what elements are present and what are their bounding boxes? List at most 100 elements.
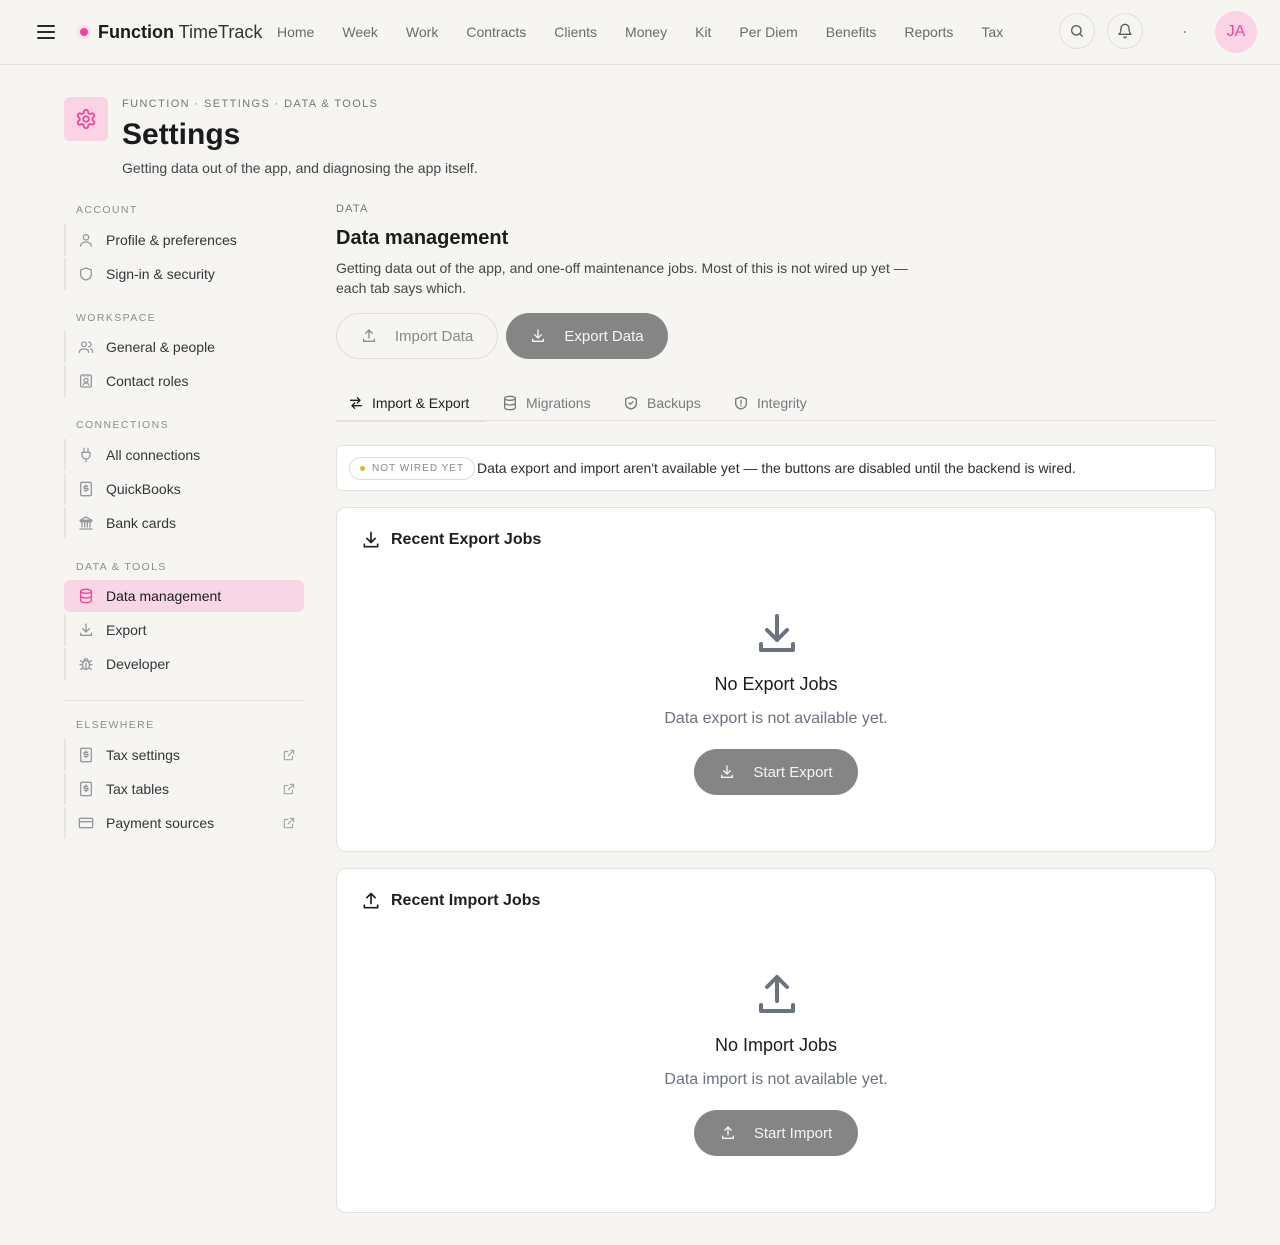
brand-dot: [80, 28, 88, 36]
sidebar-item-developer[interactable]: Developer: [64, 648, 304, 680]
tab-label: Backups: [647, 394, 701, 411]
sidebar-item-quickbooks[interactable]: QuickBooks: [64, 473, 304, 505]
start-export-button[interactable]: Start Export: [694, 749, 858, 795]
upload-icon: [721, 1126, 734, 1139]
start-export-label: Start Export: [753, 763, 833, 781]
shield-icon: [78, 266, 94, 282]
section-title: Data management: [336, 227, 509, 249]
top-navigation-bar: Function TimeTrack Home Week Work Contra…: [0, 0, 1280, 65]
brand-product: TimeTrack: [173, 22, 263, 42]
sidebar-item-payment-sources[interactable]: Payment sources: [64, 807, 304, 839]
shield-alert-icon: [735, 395, 747, 410]
card-title: Recent Import Jobs: [391, 892, 541, 909]
contact-badge-icon: [78, 373, 94, 389]
tab-integrity[interactable]: Integrity: [733, 384, 807, 421]
nav-week[interactable]: Week: [328, 22, 392, 42]
sidebar-item-tax-tables[interactable]: Tax tables: [64, 773, 304, 805]
tab-label: Integrity: [757, 394, 807, 411]
menu-icon[interactable]: [34, 20, 58, 44]
external-link-icon: [282, 748, 296, 762]
gear-icon: [76, 108, 96, 130]
sidebar-item-data-management[interactable]: Data management: [64, 580, 304, 612]
tab-label: Import & Export: [372, 394, 470, 411]
empty-state-title: No Export Jobs: [714, 674, 838, 694]
tab-bar: Import & Export Migrations Backups Integ…: [336, 384, 1216, 422]
export-data-label: Export Data: [564, 327, 644, 345]
nav-reports[interactable]: Reports: [890, 22, 967, 42]
recent-export-jobs-card: Recent Export Jobs No Export Jobs Data e…: [336, 507, 1216, 852]
empty-state-description: Data export is not available yet.: [664, 710, 888, 727]
plug-icon: [78, 447, 94, 463]
nav-work[interactable]: Work: [392, 22, 452, 42]
sidebar-item-label: Developer: [106, 656, 170, 672]
upload-icon: [362, 329, 375, 342]
avatar[interactable]: JA: [1215, 11, 1257, 53]
brand-logo[interactable]: Function TimeTrack: [98, 21, 262, 43]
nav-kit[interactable]: Kit: [681, 22, 725, 42]
sidebar-item-tax-settings[interactable]: Tax settings: [64, 739, 304, 771]
download-icon: [753, 610, 801, 658]
nav-benefits[interactable]: Benefits: [812, 22, 891, 42]
sidebar-item-general-people[interactable]: General & people: [64, 331, 304, 363]
upload-icon: [363, 892, 379, 909]
sidebar-item-label: Export: [106, 622, 147, 638]
upload-icon: [753, 971, 801, 1019]
nav-tax[interactable]: Tax: [967, 22, 1017, 42]
tab-label: Migrations: [526, 394, 591, 411]
bank-icon: [78, 515, 94, 531]
nav-contracts[interactable]: Contracts: [452, 22, 540, 42]
credit-card-icon: [78, 815, 94, 831]
sidebar-item-label: Tax settings: [106, 747, 180, 763]
sidebar-item-export[interactable]: Export: [64, 614, 304, 646]
sidebar-item-profile[interactable]: Profile & preferences: [64, 224, 304, 256]
sidebar-item-contact-roles[interactable]: Contact roles: [64, 365, 304, 397]
tab-import-export[interactable]: Import & Export: [336, 384, 486, 422]
empty-state-description: Data import is not available yet.: [664, 1071, 888, 1088]
bug-icon: [78, 656, 94, 672]
status-badge: NOT WIRED YET: [349, 457, 476, 480]
search-icon: [1071, 25, 1083, 37]
sidebar-item-all-connections[interactable]: All connections: [64, 439, 304, 471]
arrows-swap-icon: [350, 396, 362, 409]
export-data-button[interactable]: Export Data: [506, 313, 668, 359]
database-icon: [504, 395, 516, 410]
page-title: Settings: [122, 118, 241, 151]
sidebar-item-label: General & people: [106, 339, 215, 355]
import-data-label: Import Data: [394, 327, 474, 345]
sidebar-item-label: All connections: [106, 447, 201, 463]
tab-backups[interactable]: Backups: [623, 384, 701, 421]
settings-page-icon: [64, 97, 108, 141]
import-data-button[interactable]: Import Data: [336, 313, 498, 359]
shield-check-icon: [625, 395, 637, 410]
card-title: Recent Export Jobs: [391, 531, 542, 548]
database-icon: [78, 588, 94, 604]
search-button[interactable]: [1059, 13, 1095, 49]
sidebar-item-label: Tax tables: [106, 781, 170, 797]
status-indicator: [1184, 31, 1186, 33]
sidebar-item-label: Data management: [106, 588, 222, 604]
download-icon: [363, 531, 379, 548]
notifications-button[interactable]: [1107, 13, 1143, 49]
bell-icon: [1118, 23, 1132, 39]
sidebar-group-data-tools: DATA & TOOLS: [76, 561, 167, 573]
sidebar-group-elsewhere: ELSEWHERE: [76, 719, 155, 731]
sidebar-item-security[interactable]: Sign-in & security: [64, 258, 304, 290]
sidebar-item-bank-cards[interactable]: Bank cards: [64, 507, 304, 539]
nav-per-diem[interactable]: Per Diem: [725, 22, 811, 42]
brand-name: Function: [98, 22, 174, 42]
section-description: Getting data out of the app, and one-off…: [336, 260, 908, 296]
sidebar-item-label: QuickBooks: [106, 481, 181, 497]
download-icon: [721, 765, 734, 778]
primary-nav: Home Week Work Contracts Clients Money K…: [263, 22, 1017, 42]
page-subtitle: Getting data out of the app, and diagnos…: [122, 160, 478, 176]
section-eyebrow: DATA: [336, 203, 369, 215]
nav-money[interactable]: Money: [611, 22, 681, 42]
tab-migrations[interactable]: Migrations: [502, 384, 591, 421]
sidebar-item-label: Sign-in & security: [106, 266, 215, 282]
users-icon: [78, 339, 94, 355]
download-icon: [532, 329, 545, 342]
nav-clients[interactable]: Clients: [540, 22, 611, 42]
start-import-button[interactable]: Start Import: [694, 1110, 858, 1156]
nav-home[interactable]: Home: [263, 22, 328, 42]
receipt-icon: [78, 747, 94, 763]
